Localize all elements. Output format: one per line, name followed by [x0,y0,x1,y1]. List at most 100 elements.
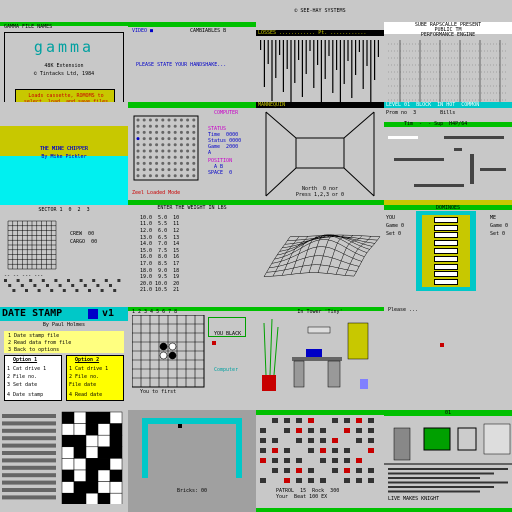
tile-inventory: PATROL 15 Rock 300 Your Beat 100 EX [256,409,384,512]
wire-line [263,236,291,277]
inventory-item [320,447,326,453]
sector-code [117,278,121,282]
inventory-item [272,437,278,443]
dotgrid-dot [148,174,152,178]
crossword-cell [109,422,123,436]
datestamp-menu-2[interactable]: 2 Read data from file [8,340,71,346]
inventory-item [284,447,290,453]
datestamp-option2-3[interactable]: 4 Read date [69,392,102,398]
red-dot-icon [440,343,444,348]
domino-tile[interactable] [434,224,458,231]
empty-text: Please ... [388,307,419,314]
dotgrid-dot [142,156,146,160]
castle-text-line [388,490,480,493]
inventory-item [296,477,302,483]
dotgrid-dot [179,137,183,141]
crossword-clue-line [2,413,56,418]
sector-code [8,283,12,287]
datestamp-option2-2[interactable]: File date [69,382,96,388]
dotgrid-dot [136,125,140,129]
crossword-cell [73,434,87,447]
dotgrid-dot [161,143,165,147]
crossword-cell [85,480,99,494]
breakout-ball [178,423,182,428]
systems-bar [370,40,372,103]
crossword-cell [73,492,87,504]
dominoes-you: YOU [386,214,396,221]
crossword-cell [109,411,123,424]
othello-disc [159,342,168,351]
table-title: ENTER THE WEIGHT IN LBS [157,204,227,211]
othello-disc [168,351,177,360]
datestamp-option2-1[interactable]: 2 File no. [69,374,99,380]
inventory-item [320,427,326,433]
dotgrid-dot [148,125,152,129]
dotgrid-dot [161,162,165,166]
inventory-item [284,457,290,463]
dotgrid-dot [192,162,196,166]
inventory-item [272,467,278,473]
dotgrid-dot [186,156,190,160]
inventory-item [308,477,314,483]
datestamp-option2-0[interactable]: 1 Cat drive 1 [69,366,108,372]
maze3d-bottom-2: Press 1,2,3 or 0 [295,192,345,199]
dotgrid-dot [179,168,183,172]
sector-code [113,288,117,292]
domino-tile[interactable] [434,247,458,254]
datestamp-option1-0[interactable]: 1 Cat drive 1 [7,366,46,372]
datestamp-menu-1[interactable]: 1 Date stamp file [8,333,59,339]
dotgrid-dot [167,156,171,160]
inventory-item [296,437,302,443]
sector-code [71,283,75,287]
table-row: 19.0 9.5 19 [140,274,180,281]
dotgrid-dot [148,149,152,153]
domino-tile[interactable] [434,263,458,270]
dotgrid-dot [173,131,177,135]
domino-tile[interactable] [434,255,458,262]
dotgrid-dot [136,137,140,141]
dotgrid-dot [167,125,171,129]
castle-scene [384,423,512,465]
domino-tile[interactable] [434,240,458,247]
domino-tile[interactable] [434,232,458,239]
table-row: 21.0 10.5 21 [140,287,180,294]
dotgrid-dot [142,174,146,178]
dotgrid-dot [161,118,165,122]
dotgrid-dot [173,143,177,147]
domino-tile[interactable] [434,271,458,278]
inventory-item [356,417,362,423]
inventory-item [332,417,338,423]
datestamp-menu-3[interactable]: 3 Back to options [8,347,59,353]
sector-code [33,283,37,287]
dominoes-me-set: Set 0 [490,230,506,237]
inventory-item [296,467,302,473]
sector-label-1: CARGO 00 [70,238,98,245]
bin-icon [360,379,368,390]
dotgrid-dot [173,156,177,160]
dotgrid-dot [136,143,140,147]
dominoes-column[interactable] [422,214,470,287]
inventory-item [284,467,290,473]
systems-bar [282,40,284,92]
dotgrid-dot [155,162,159,166]
datestamp-option1-3[interactable]: 4 Date stamp [7,392,43,398]
dotgrid-dot [167,137,171,141]
crossword-grid[interactable] [0,410,128,504]
inventory-item [260,447,266,453]
datestamp-option1-1[interactable]: 2 File no. [7,374,37,380]
dotgrid-dot [161,156,165,160]
crossword-cell [61,457,75,470]
crossword-clue-line [2,428,56,433]
datestamp-option1-2[interactable]: 3 Set date [7,382,37,388]
dotgrid-dot [167,143,171,147]
domino-tile[interactable] [434,216,458,223]
crossword-cell [85,434,99,447]
inventory-item [332,437,338,443]
dotgrid-dot [186,137,190,141]
crossword-cell [73,480,87,494]
othello-board[interactable] [132,315,212,395]
picture-icon [423,427,451,451]
systems-bar [317,40,319,65]
domino-tile[interactable] [434,279,458,286]
systems-title: © SEE-HAY SYSTEMS [294,8,346,14]
